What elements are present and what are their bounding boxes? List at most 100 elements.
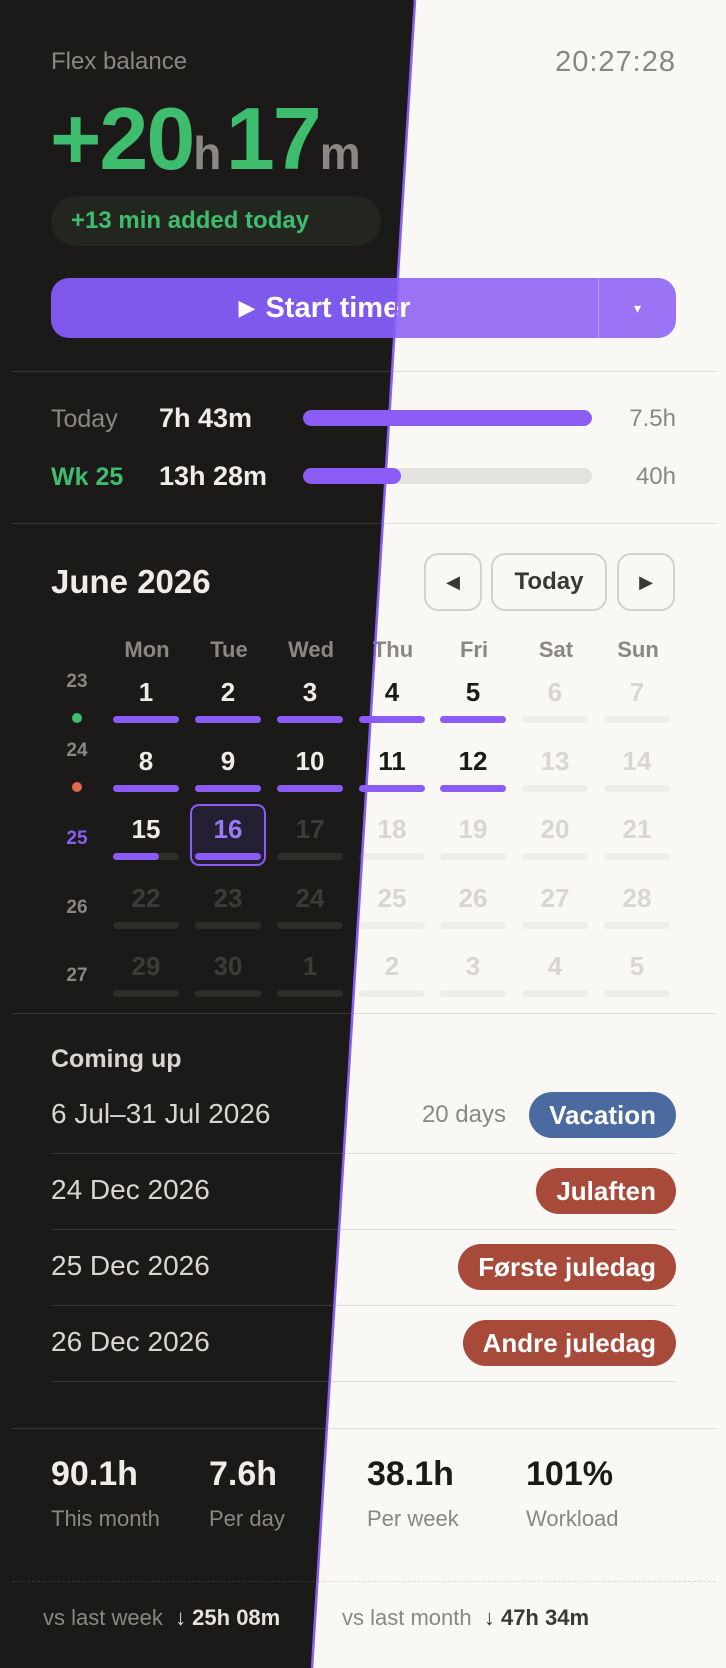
day-hours-bar xyxy=(113,922,179,929)
week-status-dot xyxy=(72,782,82,792)
day-hours-bar xyxy=(195,716,261,723)
today-button[interactable]: Today xyxy=(491,553,607,611)
calendar-day[interactable]: 7 xyxy=(602,677,672,708)
calendar-day[interactable]: 2 xyxy=(357,951,427,982)
event-tag[interactable]: Julaften xyxy=(536,1168,676,1214)
calendar-day[interactable]: 22 xyxy=(111,883,181,914)
day-hours-bar xyxy=(522,785,588,792)
vs-last-month-label: vs last month xyxy=(342,1605,472,1630)
day-hours-bar xyxy=(522,716,588,723)
calendar-day[interactable]: 23 xyxy=(193,883,263,914)
calendar-day[interactable]: 25 xyxy=(357,883,427,914)
day-hours-bar xyxy=(604,853,670,860)
today-target: 7.5h xyxy=(629,405,676,432)
day-hours-bar xyxy=(277,853,343,860)
calendar-day[interactable]: 20 xyxy=(520,814,590,845)
calendar-day[interactable]: 10 xyxy=(275,746,345,777)
added-today-pill: +13 min added today xyxy=(51,196,381,246)
calendar-day[interactable]: 3 xyxy=(275,677,345,708)
calendar-day[interactable]: 16 xyxy=(193,814,263,845)
weekday-header: Sat xyxy=(538,637,574,662)
day-hours-bar xyxy=(522,853,588,860)
calendar-day[interactable]: 18 xyxy=(357,814,427,845)
coming-up-date: 6 Jul–31 Jul 2026 xyxy=(51,1098,271,1129)
weekday-header: Sun xyxy=(617,637,659,662)
calendar-day[interactable]: 28 xyxy=(602,883,672,914)
day-hours-fill xyxy=(277,716,343,723)
calendar-day[interactable]: 12 xyxy=(438,746,508,777)
day-hours-bar xyxy=(277,785,343,792)
calendar-day[interactable]: 19 xyxy=(438,814,508,845)
calendar-day[interactable]: 2 xyxy=(193,677,263,708)
calendar-day[interactable]: 15 xyxy=(111,814,181,845)
week-number: 23 xyxy=(66,671,88,692)
calendar-day[interactable]: 17 xyxy=(275,814,345,845)
stat-value: 101% xyxy=(526,1455,613,1493)
day-hours-bar xyxy=(440,716,506,723)
day-hours-bar xyxy=(113,853,179,860)
day-hours-bar xyxy=(604,922,670,929)
day-hours-fill xyxy=(277,785,343,792)
calendar-day[interactable]: 3 xyxy=(438,951,508,982)
calendar-day[interactable]: 29 xyxy=(111,951,181,982)
day-hours-bar xyxy=(277,990,343,997)
calendar-day[interactable]: 9 xyxy=(193,746,263,777)
minutes-unit: m xyxy=(319,127,361,179)
day-hours-bar xyxy=(359,990,425,997)
calendar-day[interactable]: 8 xyxy=(111,746,181,777)
stat-value: 38.1h xyxy=(367,1455,454,1493)
calendar-day[interactable]: 24 xyxy=(275,883,345,914)
calendar-day[interactable]: 1 xyxy=(111,677,181,708)
timer-dropdown-button[interactable]: ▾ xyxy=(598,278,676,338)
stat-value: 7.6h xyxy=(209,1455,278,1493)
coming-up-title: Coming up xyxy=(51,1045,182,1073)
next-month-button[interactable]: ▶ xyxy=(617,553,675,611)
day-hours-bar xyxy=(195,922,261,929)
stat-value: 90.1h xyxy=(51,1455,138,1493)
week-target: 40h xyxy=(635,463,676,490)
chevron-left-icon: ◀ xyxy=(446,571,460,592)
vs-last-week: vs last week ↓ 25h 08m xyxy=(43,1605,280,1631)
calendar-day[interactable]: 27 xyxy=(520,883,590,914)
event-tag[interactable]: Vacation xyxy=(529,1092,676,1138)
event-tag[interactable]: Første juledag xyxy=(458,1244,676,1290)
flex-balance-value: +20h 17m xyxy=(50,88,361,190)
calendar-day[interactable]: 30 xyxy=(193,951,263,982)
week-number: 27 xyxy=(66,965,88,986)
week-number: 24 xyxy=(66,740,88,761)
prev-month-button[interactable]: ◀ xyxy=(424,553,482,611)
day-hours-bar xyxy=(604,990,670,997)
day-hours-bar xyxy=(277,922,343,929)
day-hours-fill xyxy=(113,716,179,723)
stat-label: Per day xyxy=(209,1506,285,1531)
clock: 20:27:28 xyxy=(555,46,676,78)
day-hours-bar xyxy=(440,990,506,997)
day-hours-bar xyxy=(440,853,506,860)
stat-label: This month xyxy=(51,1506,160,1531)
calendar-day[interactable]: 5 xyxy=(438,677,508,708)
day-hours-fill xyxy=(113,853,160,860)
day-hours-bar xyxy=(195,785,261,792)
calendar-day[interactable]: 26 xyxy=(438,883,508,914)
coming-up-date: 25 Dec 2026 xyxy=(51,1250,210,1281)
coming-up-date: 24 Dec 2026 xyxy=(51,1174,210,1205)
calendar-day[interactable]: 21 xyxy=(602,814,672,845)
vs-last-week-value: ↓ 25h 08m xyxy=(175,1605,281,1630)
calendar-day[interactable]: 13 xyxy=(520,746,590,777)
hours-unit: h xyxy=(193,127,222,179)
day-hours-fill xyxy=(195,853,261,860)
week-value: 13h 28m xyxy=(159,461,268,491)
calendar-day[interactable]: 6 xyxy=(520,677,590,708)
stat-label: Per week xyxy=(367,1506,459,1531)
day-hours-bar xyxy=(522,922,588,929)
calendar-day[interactable]: 1 xyxy=(275,951,345,982)
event-tag[interactable]: Andre juledag xyxy=(462,1320,676,1366)
calendar-day[interactable]: 4 xyxy=(520,951,590,982)
calendar-day[interactable]: 14 xyxy=(602,746,672,777)
calendar-day[interactable]: 5 xyxy=(602,951,672,982)
today-value: 7h 43m xyxy=(159,403,253,433)
weekday-header: Wed xyxy=(287,637,335,662)
play-icon: ▶ xyxy=(238,295,256,320)
coming-up-days: 20 days xyxy=(421,1101,506,1128)
day-hours-bar xyxy=(359,785,425,792)
